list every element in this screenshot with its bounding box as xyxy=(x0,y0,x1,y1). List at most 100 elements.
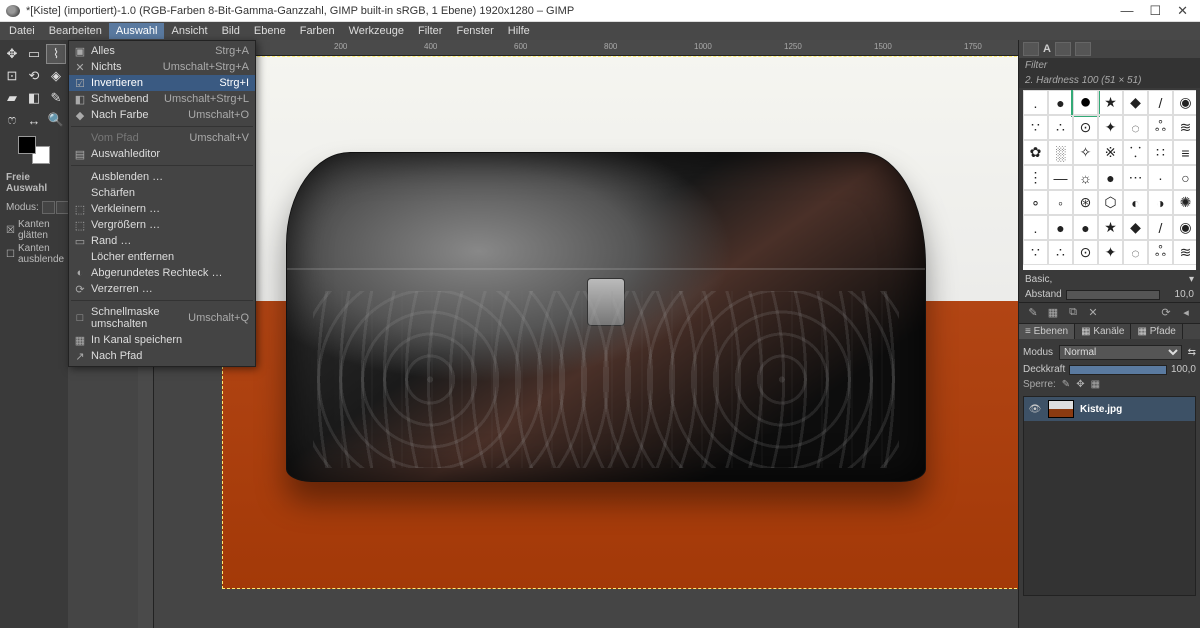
filter-label[interactable]: Filter xyxy=(1019,58,1200,73)
brush-swatch[interactable]: ◐ xyxy=(1123,190,1148,215)
brush-swatch[interactable]: ✦ xyxy=(1098,115,1123,140)
brush-swatch[interactable]: ※ xyxy=(1098,140,1123,165)
menu-fenster[interactable]: Fenster xyxy=(449,23,500,39)
menu-werkzeuge[interactable]: Werkzeuge xyxy=(342,23,411,39)
move-tool[interactable]: ✥ xyxy=(2,44,22,64)
menuitem-invertieren[interactable]: ☑InvertierenStrg+I xyxy=(69,75,255,91)
lock-alpha-icon[interactable]: ▦ xyxy=(1091,379,1100,390)
fg-swatch[interactable] xyxy=(18,136,36,154)
brush-swatch[interactable]: ⸪ xyxy=(1123,140,1148,165)
brush-swatch[interactable]: ☼ xyxy=(1073,165,1098,190)
dup-brush-icon[interactable]: ⧉ xyxy=(1065,306,1081,320)
menu-bearbeiten[interactable]: Bearbeiten xyxy=(42,23,109,39)
preset-label[interactable]: Basic, xyxy=(1025,274,1185,285)
tab-icon-patterns[interactable] xyxy=(1023,42,1039,56)
brush-swatch[interactable]: ○ xyxy=(1173,165,1196,190)
pencil-tool[interactable]: ✎ xyxy=(46,88,66,108)
canvas[interactable] xyxy=(154,56,1018,628)
brush-swatch[interactable]: / xyxy=(1148,90,1173,115)
gradient-tool[interactable]: ◧ xyxy=(24,88,44,108)
brush-swatch[interactable]: ░ xyxy=(1048,140,1073,165)
brush-dock-tabs[interactable]: A xyxy=(1019,40,1200,58)
brush-swatch[interactable]: ● xyxy=(1098,165,1123,190)
rect-select-tool[interactable]: ▭ xyxy=(24,44,44,64)
feather-checkbox[interactable]: ☐Kanten ausblende xyxy=(6,243,62,265)
edit-brush-icon[interactable]: ✎ xyxy=(1025,306,1041,320)
fg-bg-colors[interactable] xyxy=(18,136,50,164)
brush-swatch[interactable]: ∷ xyxy=(1148,140,1173,165)
brush-swatch[interactable]: ◦ xyxy=(1048,190,1073,215)
blend-mode-select[interactable]: Normal xyxy=(1059,345,1182,360)
brush-swatch[interactable]: ◌ xyxy=(1123,115,1148,140)
brush-swatch[interactable]: ≡ xyxy=(1173,140,1196,165)
brush-swatch[interactable]: ∘ xyxy=(1023,190,1048,215)
menuitem-alles[interactable]: ▣AllesStrg+A xyxy=(69,43,255,59)
brush-swatch[interactable]: ✿ xyxy=(1023,140,1048,165)
brush-swatch[interactable]: / xyxy=(1148,215,1173,240)
brush-swatch[interactable]: ⊙ xyxy=(1073,115,1098,140)
menu-bild[interactable]: Bild xyxy=(215,23,247,39)
brush-swatch[interactable]: ⋯ xyxy=(1123,165,1148,190)
brush-swatch[interactable]: ∴ xyxy=(1048,240,1073,265)
menuitem-nach-farbe[interactable]: ◆Nach FarbeUmschalt+O xyxy=(69,107,255,123)
brush-swatch[interactable]: ✺ xyxy=(1173,190,1196,215)
unified-transform-tool[interactable]: ◈ xyxy=(46,66,66,86)
layer-item[interactable]: 👁 Kiste.jpg xyxy=(1024,397,1195,421)
layer-name[interactable]: Kiste.jpg xyxy=(1080,404,1191,415)
brush-swatch[interactable]: ● xyxy=(1048,90,1073,115)
brush-swatch[interactable]: ∵ xyxy=(1023,240,1048,265)
panel-tab-kanäle[interactable]: ▦ Kanäle xyxy=(1075,324,1131,339)
menu-farben[interactable]: Farben xyxy=(293,23,342,39)
new-brush-icon[interactable]: ▦ xyxy=(1045,306,1061,320)
brush-swatch[interactable]: ≋ xyxy=(1173,115,1196,140)
lock-pixels-icon[interactable]: ✎ xyxy=(1062,379,1070,390)
crop-tool[interactable]: ⊡ xyxy=(2,66,22,86)
opacity-slider[interactable] xyxy=(1069,365,1167,375)
brush-swatch[interactable]: ◑ xyxy=(1148,190,1173,215)
refresh-icon[interactable]: ⟳ xyxy=(1158,306,1174,320)
brush-swatch[interactable]: . xyxy=(1023,215,1048,240)
minimize-button[interactable]: — xyxy=(1120,3,1133,19)
close-button[interactable]: ✕ xyxy=(1177,3,1188,19)
brush-swatch[interactable]: ● xyxy=(1073,90,1098,115)
tab-icon-gradients[interactable] xyxy=(1075,42,1091,56)
brushes-grid[interactable]: .●●★◆/◉՞∵∴⊙✦◌ஃ≋◯✿░✧※⸪∷≡□⋮—☼●⋯·○✶∘◦⊛⬡◐◑✺❁… xyxy=(1023,90,1196,270)
brush-swatch[interactable]: ◌ xyxy=(1123,240,1148,265)
menuitem-abgerundetes-rechteck-[interactable]: ◐Abgerundetes Rechteck … xyxy=(69,265,255,281)
menuitem-verkleinern-[interactable]: ⬚Verkleinern … xyxy=(69,201,255,217)
menuitem-vergr-ern-[interactable]: ⬚Vergrößern … xyxy=(69,217,255,233)
brush-swatch[interactable]: ஃ xyxy=(1148,115,1173,140)
menuitem-ausblenden-[interactable]: Ausblenden … xyxy=(69,169,255,185)
brush-swatch[interactable]: ஃ xyxy=(1148,240,1173,265)
menu-auswahl[interactable]: Auswahl xyxy=(109,23,165,39)
antialias-checkbox[interactable]: ☒Kanten glätten xyxy=(6,219,62,241)
font-letter-icon[interactable]: A xyxy=(1043,43,1051,55)
brush-swatch[interactable]: ★ xyxy=(1098,90,1123,115)
brush-swatch[interactable]: ● xyxy=(1048,215,1073,240)
free-select-tool[interactable]: ⌇ xyxy=(46,44,66,64)
menu-ebene[interactable]: Ebene xyxy=(247,23,293,39)
spacing-slider[interactable] xyxy=(1066,290,1160,300)
menuitem-nichts[interactable]: ✕NichtsUmschalt+Strg+A xyxy=(69,59,255,75)
brush-swatch[interactable]: . xyxy=(1023,90,1048,115)
brush-swatch[interactable]: ⊙ xyxy=(1073,240,1098,265)
brush-swatch[interactable]: ✧ xyxy=(1073,140,1098,165)
menu-hilfe[interactable]: Hilfe xyxy=(501,23,537,39)
menuitem-nach-pfad[interactable]: ↗Nach Pfad xyxy=(69,348,255,364)
brush-swatch[interactable]: ● xyxy=(1073,215,1098,240)
visibility-icon[interactable]: 👁 xyxy=(1028,404,1042,415)
menu-ansicht[interactable]: Ansicht xyxy=(164,23,214,39)
brush-swatch[interactable]: ◉ xyxy=(1173,215,1196,240)
brush-swatch[interactable]: ∴ xyxy=(1048,115,1073,140)
brush-swatch[interactable]: ★ xyxy=(1098,215,1123,240)
brush-swatch[interactable]: · xyxy=(1148,165,1173,190)
brush-swatch[interactable]: ⊛ xyxy=(1073,190,1098,215)
brush-swatch[interactable]: ◆ xyxy=(1123,215,1148,240)
menuitem-schwebend[interactable]: ◧SchwebendUmschalt+Strg+L xyxy=(69,91,255,107)
chevron-down-icon[interactable]: ▾ xyxy=(1189,274,1194,285)
menuitem-l-cher-entfernen[interactable]: Löcher entfernen xyxy=(69,249,255,265)
panel-tab-ebenen[interactable]: ≡ Ebenen xyxy=(1019,324,1075,339)
panel-tab-pfade[interactable]: ▦ Pfade xyxy=(1131,324,1182,339)
menuitem-sch-rfen[interactable]: Schärfen xyxy=(69,185,255,201)
transform-tool[interactable]: ⟲ xyxy=(24,66,44,86)
